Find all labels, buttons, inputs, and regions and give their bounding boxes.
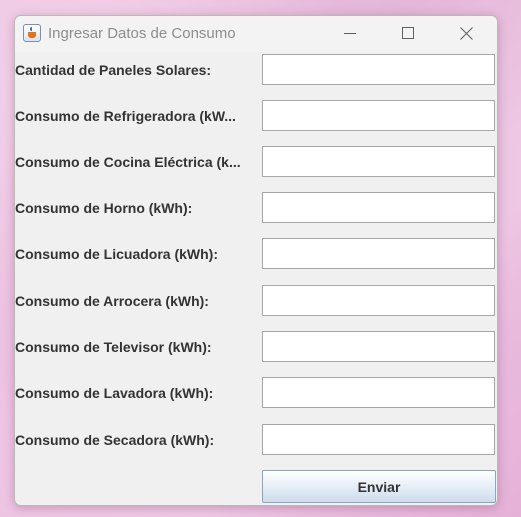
horno-label: Consumo de Horno (kWh):: [15, 200, 193, 216]
form-row-licuadora: Consumo de Licuadora (kWh):: [15, 238, 497, 271]
secadora-label: Consumo de Secadora (kWh):: [15, 432, 215, 448]
cocina-input[interactable]: [262, 146, 495, 177]
close-button[interactable]: [437, 16, 495, 52]
refrigeradora-input[interactable]: [262, 100, 495, 131]
form-row-paneles: Cantidad de Paneles Solares:: [15, 54, 497, 87]
horno-input[interactable]: [262, 192, 495, 223]
secadora-input[interactable]: [262, 424, 495, 455]
maximize-button[interactable]: [379, 16, 437, 52]
licuadora-label: Consumo de Licuadora (kWh):: [15, 246, 218, 262]
minimize-icon: [344, 33, 356, 34]
form-row-secadora: Consumo de Secadora (kWh):: [15, 424, 497, 457]
title-bar[interactable]: Ingresar Datos de Consumo: [15, 16, 497, 52]
form-row-lavadora: Consumo de Lavadora (kWh):: [15, 377, 497, 410]
televisor-input[interactable]: [262, 331, 495, 362]
lavadora-input[interactable]: [262, 377, 495, 408]
form-row-refrigeradora: Consumo de Refrigeradora (kW...: [15, 100, 497, 133]
input-dialog-window: Ingresar Datos de Consumo Cantidad de Pa…: [14, 15, 498, 506]
refrigeradora-label: Consumo de Refrigeradora (kW...: [15, 108, 236, 124]
enviar-button[interactable]: Enviar: [262, 470, 496, 503]
form-row-horno: Consumo de Horno (kWh):: [15, 192, 497, 225]
licuadora-input[interactable]: [262, 238, 495, 269]
form-row-televisor: Consumo de Televisor (kWh):: [15, 331, 497, 364]
maximize-icon: [402, 27, 414, 39]
close-icon: [459, 25, 475, 41]
form-row-cocina: Consumo de Cocina Eléctrica (k...: [15, 146, 497, 179]
form-row-arrocera: Consumo de Arrocera (kWh):: [15, 285, 497, 318]
minimize-button[interactable]: [321, 16, 379, 52]
paneles-label: Cantidad de Paneles Solares:: [15, 62, 212, 78]
arrocera-label: Consumo de Arrocera (kWh):: [15, 293, 209, 309]
lavadora-label: Consumo de Lavadora (kWh):: [15, 385, 214, 401]
java-app-icon: [23, 24, 41, 42]
paneles-input[interactable]: [262, 54, 495, 85]
cocina-label: Consumo de Cocina Eléctrica (k...: [15, 154, 241, 170]
window-title: Ingresar Datos de Consumo: [48, 25, 236, 42]
televisor-label: Consumo de Televisor (kWh):: [15, 339, 212, 355]
arrocera-input[interactable]: [262, 285, 495, 316]
